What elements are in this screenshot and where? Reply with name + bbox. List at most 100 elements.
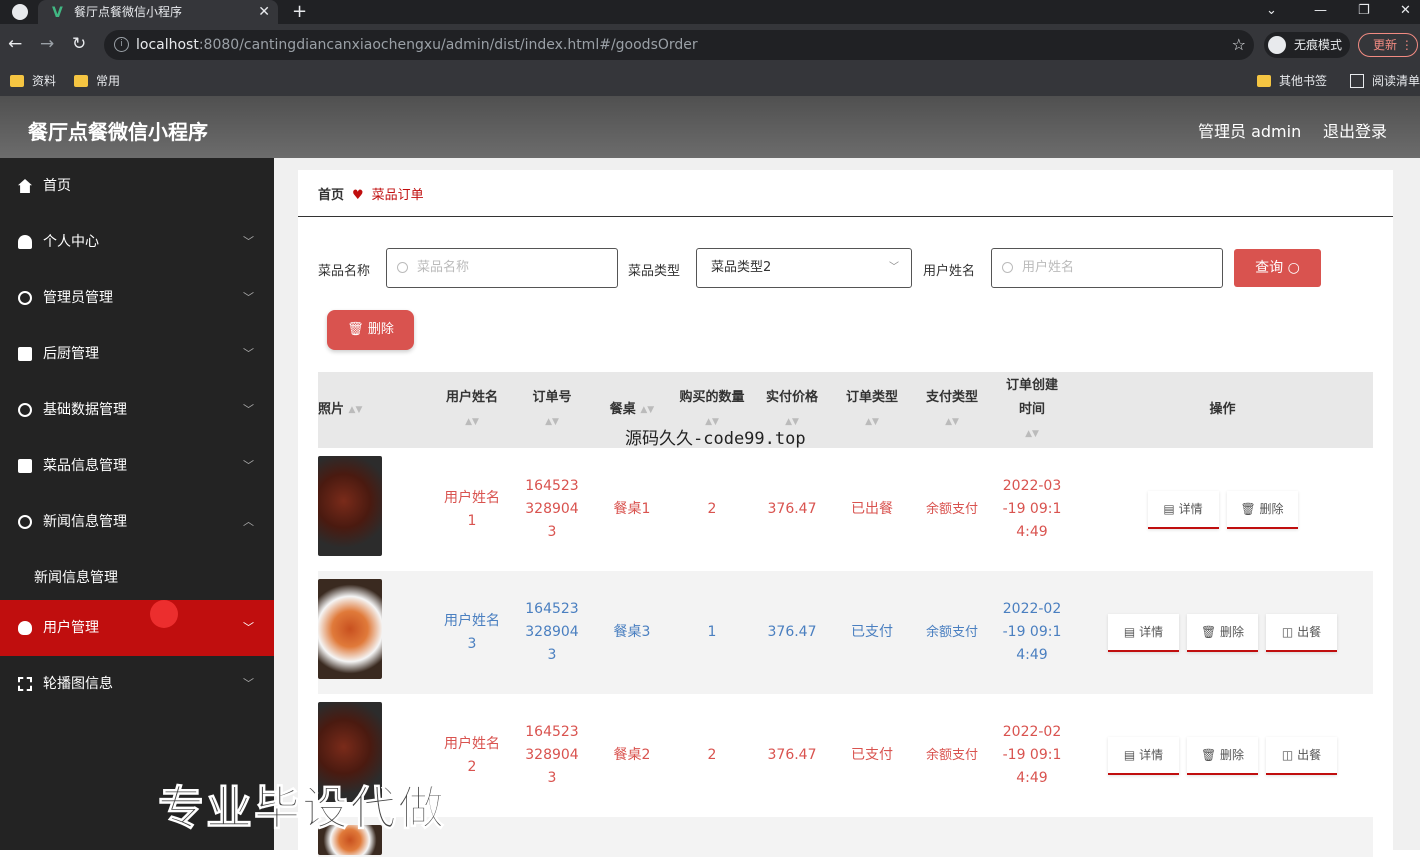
th-created[interactable]: 订单创建时间 ▲▼ <box>992 372 1072 448</box>
reading-list[interactable]: 阅读清单 <box>1350 73 1420 89</box>
tab-search-icon[interactable]: ⌄ <box>1266 0 1277 22</box>
chevron-down-icon: ﹀ <box>889 262 899 273</box>
batch-delete-button[interactable]: 🗑 删除 <box>327 310 414 350</box>
header-label: 照片 <box>318 402 345 417</box>
th-pay-type[interactable]: 支付类型 ▲▼ <box>912 372 992 448</box>
sort-icon: ▲▼ <box>1025 429 1039 439</box>
sidebar-item-news[interactable]: 新闻信息管理 ︿ <box>0 494 274 550</box>
bookmark-folder[interactable]: 常用 <box>74 73 120 89</box>
dish-type-select[interactable]: 菜品类型2 ﹀ <box>696 248 912 288</box>
sidebar-item-personal[interactable]: 个人中心 ﹀ <box>0 214 274 270</box>
dish-name-input[interactable]: 菜品名称 <box>386 248 618 288</box>
bookmark-label: 常用 <box>96 74 121 88</box>
monitor-icon <box>18 459 32 473</box>
breadcrumb-home[interactable]: 首页 <box>318 188 344 203</box>
incognito-badge[interactable]: 无痕模式 <box>1264 32 1351 58</box>
th-order-type[interactable]: 订单类型 ▲▼ <box>832 372 912 448</box>
cell-user: 用户姓名3 <box>444 612 500 652</box>
sidebar-item-basic-data[interactable]: 基础数据管理 ﹀ <box>0 382 274 438</box>
row-actions: ▤ 详情 🗑 删除 ◫ 出餐 <box>1072 571 1373 694</box>
cell-qty: 2 <box>707 747 717 763</box>
close-tab-icon[interactable]: ✕ <box>258 0 270 24</box>
chevron-down-icon: ﹀ <box>243 621 254 634</box>
detail-button[interactable]: ▤ 详情 <box>1108 613 1179 652</box>
admin-user[interactable]: 管理员 admin <box>1198 118 1301 142</box>
forward-icon[interactable]: → <box>40 34 54 54</box>
th-order-no[interactable]: 订单号 ▲▼ <box>512 372 592 448</box>
header-label: 实付价格 <box>765 390 818 405</box>
delete-button[interactable]: 🗑 删除 <box>1187 736 1258 775</box>
sidebar-item-label: 新闻信息管理 <box>43 514 127 530</box>
breadcrumb: 首页 ♥ 菜品订单 <box>318 184 424 203</box>
header-label: 购买的数量 <box>679 390 745 405</box>
site-info-icon[interactable]: i <box>114 37 129 52</box>
row-actions: ▤ 详情 🗑 删除 <box>1072 448 1373 571</box>
sidebar-item-carousel[interactable]: 轮播图信息 ﹀ <box>0 656 274 712</box>
detail-button[interactable]: ▤ 详情 <box>1147 490 1219 529</box>
cell-table: 餐桌2 <box>613 747 651 763</box>
bookmark-label: 阅读清单 <box>1372 74 1420 88</box>
sidebar-item-kitchen[interactable]: 后厨管理 ﹀ <box>0 326 274 382</box>
user-icon <box>18 235 32 249</box>
serve-label: 出餐 <box>1297 747 1322 762</box>
bookmark-folder[interactable]: 资料 <box>10 73 56 89</box>
fullscreen-icon <box>18 677 32 691</box>
sidebar-subitem-news[interactable]: 新闻信息管理 <box>0 550 274 606</box>
close-window-button[interactable]: ✕ <box>1400 0 1411 22</box>
url-field[interactable]: i localhost:8080/cantingdiancanxiaocheng… <box>104 30 1254 60</box>
reload-icon[interactable]: ↻ <box>72 34 86 54</box>
detail-button[interactable]: ▤ 详情 <box>1108 736 1179 775</box>
reading-list-icon <box>1350 74 1364 88</box>
sidebar-item-label: 个人中心 <box>43 234 99 250</box>
bookmark-star-icon[interactable]: ☆ <box>1232 30 1246 60</box>
new-tab-button[interactable]: + <box>292 0 307 24</box>
dish-photo <box>318 579 382 679</box>
sort-icon: ▲▼ <box>465 417 479 427</box>
delete-button[interactable]: 🗑 删除 <box>1187 613 1258 652</box>
other-bookmarks[interactable]: 其他书签 <box>1257 73 1327 89</box>
header-label: 订单创建时间 <box>1005 378 1058 417</box>
query-label: 查询 <box>1255 260 1284 276</box>
serve-label: 出餐 <box>1297 624 1322 639</box>
table-header: 照片 ▲▼ 用户姓名 ▲▼ 订单号 ▲▼ 餐桌 ▲▼ 购买的数量 ▲▼ 实付价格 ▲▼ … <box>318 372 1373 448</box>
serve-button[interactable]: ◫ 出餐 <box>1266 613 1337 652</box>
sidebar-item-admins[interactable]: 管理员管理 ﹀ <box>0 270 274 326</box>
query-button[interactable]: 查询 ○ <box>1234 249 1321 287</box>
filter-type-label: 菜品类型 <box>628 264 681 279</box>
browser-tab[interactable]: V 餐厅点餐微信小程序 ✕ <box>38 0 278 24</box>
delete-button[interactable]: 🗑 删除 <box>1226 490 1298 529</box>
th-photo[interactable]: 照片 ▲▼ <box>318 372 432 448</box>
cell-created: 2022-02-19 09:14:49 <box>1002 724 1062 786</box>
folder-icon <box>1257 75 1271 87</box>
bulb-icon <box>18 621 32 635</box>
table-row: 用户姓名2 1645233289043 餐桌2 2 376.47 已支付 余额支… <box>318 694 1373 817</box>
sort-icon: ▲▼ <box>865 417 879 427</box>
cell-created: 2022-03-19 09:14:49 <box>1002 478 1062 540</box>
chevron-down-icon: ﹀ <box>243 347 254 360</box>
url-host: localhost <box>136 37 199 53</box>
user-name-input[interactable]: 用户姓名 <box>991 248 1223 288</box>
restore-button[interactable]: ❐ <box>1358 0 1370 22</box>
delete-label: 删除 <box>1220 624 1245 639</box>
document-icon: ▤ <box>1123 624 1136 639</box>
folder-icon <box>74 75 88 87</box>
serve-button[interactable]: ◫ 出餐 <box>1266 736 1337 775</box>
browser-tab-bar: V 餐厅点餐微信小程序 ✕ + ⌄ — ❐ ✕ <box>0 0 1420 24</box>
update-button[interactable]: 更新 ⋮ <box>1358 33 1418 57</box>
cell-price: 376.47 <box>767 501 817 517</box>
delete-label: 删除 <box>367 322 394 337</box>
sidebar-item-home[interactable]: 首页 <box>0 158 274 214</box>
settings-icon <box>18 515 32 529</box>
sidebar-item-dishes[interactable]: 菜品信息管理 ﹀ <box>0 438 274 494</box>
back-icon[interactable]: ← <box>8 34 22 54</box>
heart-icon: ♥ <box>352 188 364 203</box>
minimize-button[interactable]: — <box>1314 0 1327 22</box>
user-name-placeholder: 用户姓名 <box>1022 260 1075 275</box>
cell-pay-type: 余额支付 <box>925 502 978 517</box>
th-user[interactable]: 用户姓名 ▲▼ <box>432 372 512 448</box>
sidebar-item-label: 首页 <box>43 178 71 194</box>
sidebar-item-label: 新闻信息管理 <box>34 570 118 586</box>
logout-link[interactable]: 退出登录 <box>1323 118 1387 142</box>
sidebar-item-users[interactable]: 用户管理 ﹀ <box>0 600 274 656</box>
sidebar-item-label: 基础数据管理 <box>43 402 127 418</box>
